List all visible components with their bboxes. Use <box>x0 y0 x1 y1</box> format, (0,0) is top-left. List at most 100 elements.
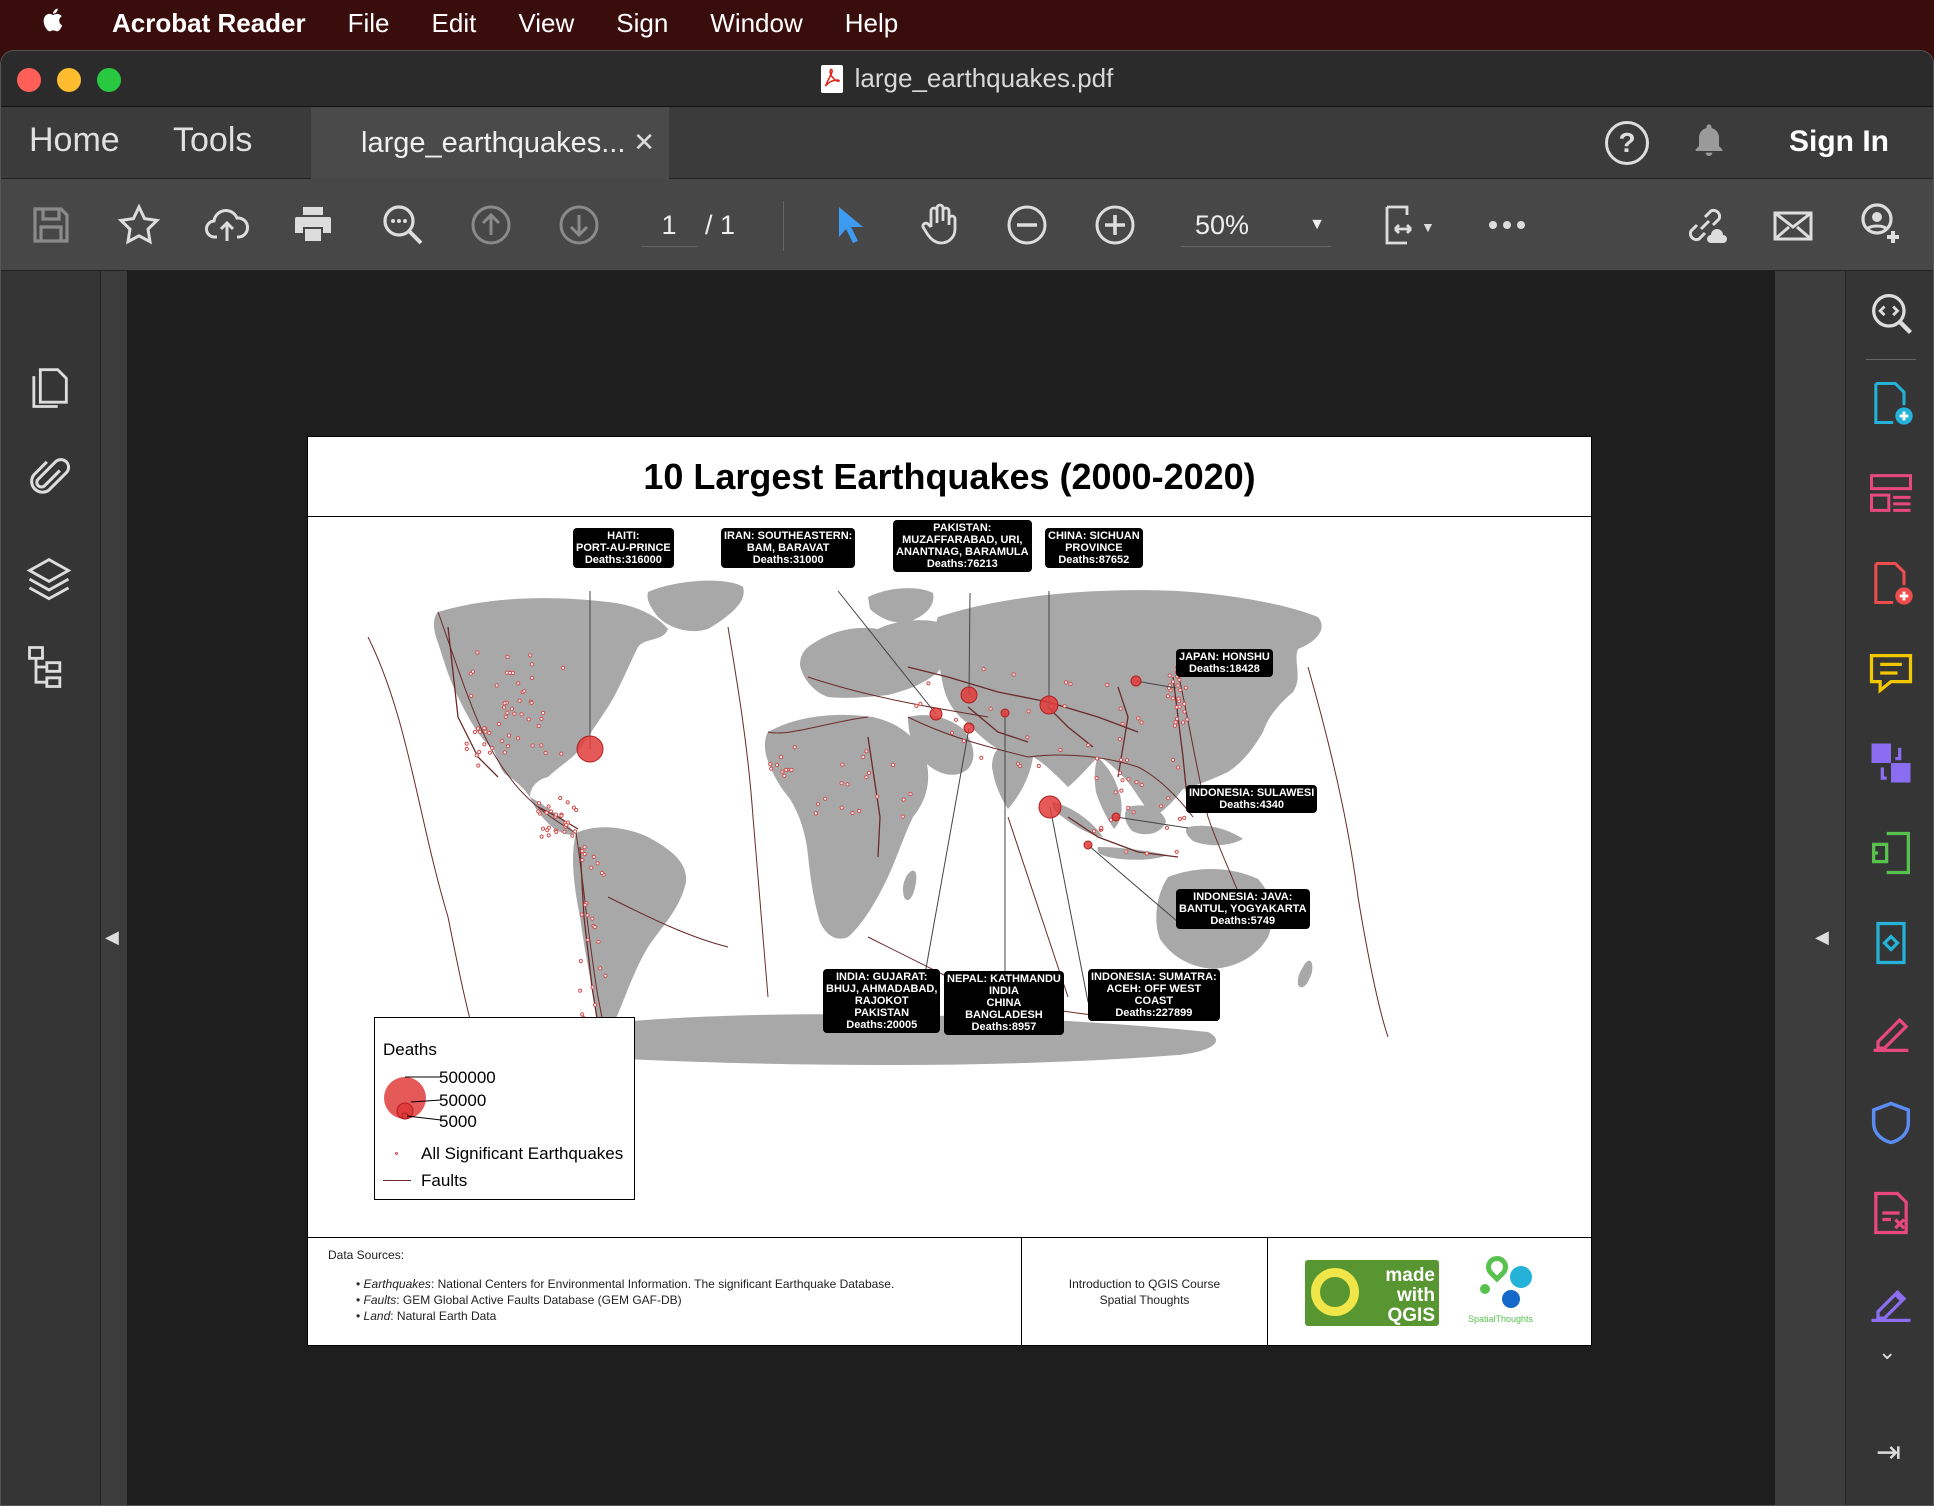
earthquake-point <box>1099 825 1104 830</box>
help-icon[interactable]: ? <box>1605 121 1649 165</box>
collapse-left-arrow-icon[interactable]: ◀ <box>105 927 119 948</box>
earthquake-point <box>1064 680 1069 685</box>
previous-page-icon[interactable] <box>463 197 519 253</box>
menu-app-name[interactable]: Acrobat Reader <box>112 8 306 39</box>
expand-right-arrow-icon[interactable]: ◀ <box>1815 927 1829 948</box>
edit-pdf-icon[interactable] <box>1865 917 1917 969</box>
earthquake-point <box>579 912 584 917</box>
earthquake-point <box>1118 770 1123 775</box>
right-panel-toggle[interactable]: ◀ <box>1775 271 1845 1505</box>
menu-file[interactable]: File <box>348 8 390 39</box>
earthquake-point <box>1068 681 1073 686</box>
earthquake-point <box>583 902 588 907</box>
land-south-america <box>573 827 687 1047</box>
sign-in-button[interactable]: Sign In <box>1789 125 1889 159</box>
fill-and-sign-icon[interactable] <box>1865 1007 1917 1059</box>
close-tab-icon[interactable]: ✕ <box>633 127 655 158</box>
earthquake-point <box>526 717 531 722</box>
earthquake-point <box>592 925 597 930</box>
earthquake-point <box>559 751 564 756</box>
menu-view[interactable]: View <box>518 8 574 39</box>
minimize-window-button[interactable] <box>57 68 81 92</box>
tab-home[interactable]: Home <box>29 121 120 160</box>
collapse-rail-icon[interactable]: ⇥ <box>1876 1435 1901 1470</box>
earthquake-point <box>1170 679 1176 684</box>
more-tools-icon[interactable] <box>1479 197 1535 253</box>
hand-pan-icon[interactable] <box>911 197 967 253</box>
earthquake-point <box>875 794 880 799</box>
menu-help[interactable]: Help <box>845 8 898 39</box>
earthquake-point <box>502 750 507 755</box>
zoom-level-select[interactable]: 50% ▼ <box>1181 203 1331 247</box>
page-thumbnails-icon[interactable] <box>23 361 75 413</box>
zoom-value: 50% <box>1195 210 1250 240</box>
export-pdf-icon[interactable] <box>1865 557 1917 609</box>
comment-icon[interactable] <box>1865 647 1917 699</box>
earthquake-point <box>1172 723 1178 728</box>
source-item: • Land: Natural Earth Data <box>356 1309 497 1323</box>
earthquake-point <box>497 721 502 727</box>
menu-sign[interactable]: Sign <box>616 8 668 39</box>
cloud-upload-icon[interactable] <box>199 197 255 253</box>
add-user-icon[interactable] <box>1853 197 1909 253</box>
organize-pages-icon[interactable] <box>1865 467 1917 519</box>
request-signature-icon[interactable] <box>1865 1277 1917 1329</box>
protect-shield-icon[interactable] <box>1865 1097 1917 1149</box>
earthquake-point <box>839 805 844 810</box>
combine-files-icon[interactable] <box>1865 737 1917 789</box>
earthquake-point <box>845 782 850 787</box>
earthquake-point <box>1117 737 1122 742</box>
earthquake-point <box>792 745 797 750</box>
tab-tools[interactable]: Tools <box>173 121 252 160</box>
layers-icon[interactable] <box>23 551 75 603</box>
tab-document[interactable]: large_earthquakes... ✕ <box>311 107 669 179</box>
page-number-input[interactable]: 1 <box>641 203 697 247</box>
select-cursor-icon[interactable] <box>823 197 879 253</box>
earthquake-point <box>1139 782 1144 787</box>
search-pdf-icon[interactable] <box>1865 287 1917 339</box>
earthquake-point <box>1173 720 1178 725</box>
compress-pdf-icon[interactable] <box>1865 827 1917 879</box>
more-tools-chevron-icon[interactable]: ⌄ <box>1878 1339 1896 1365</box>
zoom-in-icon[interactable] <box>1087 197 1143 253</box>
earthquake-point <box>509 706 514 711</box>
menu-edit[interactable]: Edit <box>432 8 477 39</box>
left-panel-toggle[interactable]: ◀ <box>101 271 127 1505</box>
earthquake-point <box>1124 849 1129 854</box>
search-text-icon[interactable] <box>375 197 431 253</box>
earthquake-point <box>598 966 603 971</box>
earthquake-point <box>813 811 818 816</box>
menu-window[interactable]: Window <box>710 8 802 39</box>
earthquake-point <box>1174 849 1179 854</box>
data-sources-panel: Data Sources: • Earthquakes: National Ce… <box>308 1238 1022 1345</box>
share-link-icon[interactable] <box>1677 197 1733 253</box>
next-page-icon[interactable] <box>551 197 607 253</box>
attachments-icon[interactable] <box>23 451 75 503</box>
apple-icon[interactable] <box>40 6 70 41</box>
earthquake-point <box>475 726 481 731</box>
earthquake-point <box>519 712 524 717</box>
email-icon[interactable] <box>1765 197 1821 253</box>
close-window-button[interactable] <box>17 68 41 92</box>
bookmark-star-icon[interactable] <box>111 197 167 253</box>
quake-haiti <box>576 735 604 763</box>
pdf-page: 10 Largest Earthquakes (2000-2020) HAITI… <box>307 436 1592 1346</box>
earthquake-point <box>890 762 896 767</box>
earthquake-point <box>503 714 508 719</box>
create-pdf-icon[interactable] <box>1865 377 1917 429</box>
earthquake-point <box>475 650 480 655</box>
zoom-out-icon[interactable] <box>999 197 1055 253</box>
notifications-bell-icon[interactable] <box>1689 119 1729 168</box>
earthquake-point <box>840 762 845 767</box>
zoom-window-button[interactable] <box>97 68 121 92</box>
earthquake-point <box>578 959 583 964</box>
content-tree-icon[interactable] <box>23 641 75 693</box>
print-icon[interactable] <box>285 197 341 253</box>
earthquake-point <box>529 675 534 680</box>
earthquake-point <box>596 939 601 944</box>
save-icon[interactable] <box>23 197 79 253</box>
qgis-logo-text: made with QGIS <box>1385 1265 1435 1326</box>
redact-icon[interactable] <box>1865 1187 1917 1239</box>
earthquake-point <box>1036 763 1041 769</box>
page-fit-chevron-icon[interactable]: ▼ <box>1421 219 1435 235</box>
